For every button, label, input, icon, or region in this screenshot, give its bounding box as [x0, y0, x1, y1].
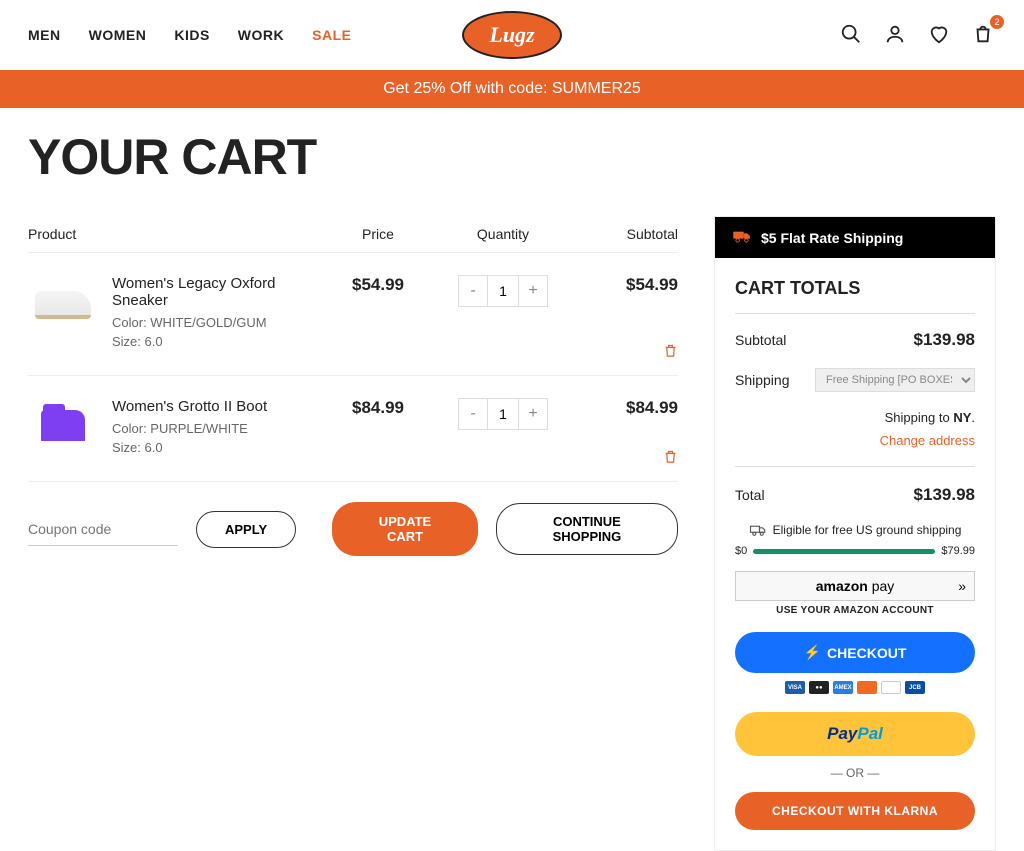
qty-increase-button[interactable]: +	[519, 276, 547, 306]
qty-input[interactable]	[487, 399, 519, 429]
cart-row: Women's Legacy Oxford Sneaker Color: WHI…	[28, 253, 678, 376]
nav-work[interactable]: WORK	[238, 27, 284, 43]
shipping-to: Shipping to NY.	[735, 410, 975, 425]
total-value: $139.98	[914, 485, 975, 505]
lightning-icon: ⚡	[804, 644, 821, 661]
coupon-input[interactable]	[28, 513, 178, 546]
subtotal-value: $139.98	[914, 330, 975, 350]
cart-actions: APPLY UPDATE CART CONTINUE SHOPPING	[28, 482, 678, 576]
col-product: Product	[28, 226, 328, 242]
change-address-link[interactable]: Change address	[735, 433, 975, 448]
total-label: Total	[735, 487, 765, 503]
checkout-button[interactable]: ⚡ CHECKOUT	[735, 632, 975, 673]
shipping-label: Shipping	[735, 372, 790, 388]
amex-icon: AMEX	[833, 681, 853, 694]
logo[interactable]: Lugz	[462, 11, 562, 59]
nav-women[interactable]: WOMEN	[89, 27, 147, 43]
product-size: Size: 6.0	[112, 334, 328, 349]
progress-min: $0	[735, 545, 747, 557]
cart-row: Women's Grotto II Boot Color: PURPLE/WHI…	[28, 376, 678, 482]
jcb-icon: JCB	[905, 681, 925, 694]
product-subtotal: $54.99	[578, 275, 678, 353]
remove-item-icon[interactable]	[663, 449, 678, 469]
truck-icon	[731, 227, 753, 248]
cart-totals-title: CART TOTALS	[735, 278, 975, 314]
or-separator: — OR —	[735, 766, 975, 780]
col-price: Price	[328, 226, 428, 242]
product-price: $54.99	[328, 275, 428, 353]
account-icon[interactable]	[882, 21, 908, 50]
quantity-stepper: - +	[458, 398, 548, 430]
free-shipping-eligible: Eligible for free US ground shipping	[735, 523, 975, 537]
payment-cards: VISA ●● AMEX JCB	[735, 681, 975, 694]
visa-icon: VISA	[785, 681, 805, 694]
qty-decrease-button[interactable]: -	[459, 399, 487, 429]
remove-item-icon[interactable]	[663, 343, 678, 363]
logo-text: Lugz	[489, 22, 534, 48]
search-icon[interactable]	[838, 21, 864, 50]
col-quantity: Quantity	[428, 226, 578, 242]
qty-increase-button[interactable]: +	[519, 399, 547, 429]
promo-bar: Get 25% Off with code: SUMMER25	[0, 70, 1024, 108]
page-title: YOUR CART	[0, 108, 1024, 216]
product-name[interactable]: Women's Grotto II Boot	[112, 398, 328, 415]
subtotal-label: Subtotal	[735, 332, 786, 348]
shipping-progress: $0 $79.99	[735, 545, 975, 557]
shipping-banner-text: $5 Flat Rate Shipping	[761, 230, 903, 246]
product-thumb[interactable]	[28, 398, 98, 458]
chevron-right-icon: »	[958, 578, 966, 594]
klarna-checkout-button[interactable]: CHECKOUT WITH KLARNA	[735, 792, 975, 830]
qty-decrease-button[interactable]: -	[459, 276, 487, 306]
mastercard-icon: ●●	[809, 681, 829, 694]
product-color: Color: PURPLE/WHITE	[112, 421, 328, 436]
discover-icon	[857, 681, 877, 694]
apply-coupon-button[interactable]: APPLY	[196, 511, 296, 548]
cart-badge: 2	[990, 15, 1004, 29]
header: MEN WOMEN KIDS WORK SALE Lugz 2	[0, 0, 1024, 70]
qty-input[interactable]	[487, 276, 519, 306]
wishlist-icon[interactable]	[926, 21, 952, 50]
product-price: $84.99	[328, 398, 428, 459]
shipping-select[interactable]: Free Shipping [PO BOXES NOT ALL	[815, 368, 975, 392]
product-color: Color: WHITE/GOLD/GUM	[112, 315, 328, 330]
nav-men[interactable]: MEN	[28, 27, 61, 43]
cart-header-row: Product Price Quantity Subtotal	[28, 216, 678, 253]
product-name[interactable]: Women's Legacy Oxford Sneaker	[112, 275, 328, 309]
quantity-stepper: - +	[458, 275, 548, 307]
amazon-pay-button[interactable]: amazon pay »	[735, 571, 975, 601]
cart-table: Product Price Quantity Subtotal Women's …	[28, 216, 678, 576]
progress-max: $79.99	[941, 545, 975, 557]
header-icons: 2	[838, 21, 996, 50]
col-subtotal: Subtotal	[578, 226, 678, 242]
continue-shopping-button[interactable]: CONTINUE SHOPPING	[496, 503, 678, 555]
cart-totals-sidebar: $5 Flat Rate Shipping CART TOTALS Subtot…	[714, 216, 996, 851]
page-title-text: YOUR CART	[28, 128, 996, 186]
product-size: Size: 6.0	[112, 440, 328, 455]
product-thumb[interactable]	[28, 275, 98, 335]
shipping-banner: $5 Flat Rate Shipping	[715, 217, 995, 258]
nav-kids[interactable]: KIDS	[174, 27, 209, 43]
nav-sale[interactable]: SALE	[312, 27, 351, 43]
cart-icon[interactable]: 2	[970, 21, 996, 50]
main-nav: MEN WOMEN KIDS WORK SALE	[28, 27, 351, 43]
ct-icon	[881, 681, 901, 694]
update-cart-button[interactable]: UPDATE CART	[332, 502, 478, 556]
progress-bar	[753, 549, 935, 554]
amazon-subtext: USE YOUR AMAZON ACCOUNT	[735, 605, 975, 616]
paypal-button[interactable]: PayPal	[735, 712, 975, 756]
